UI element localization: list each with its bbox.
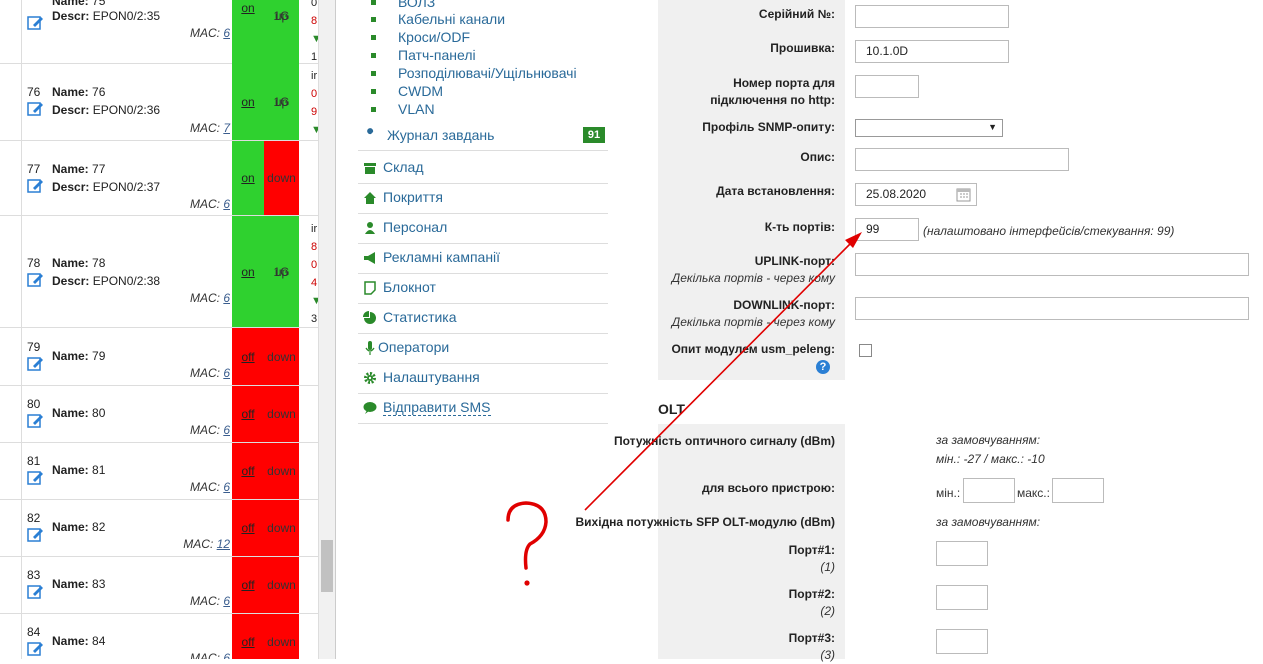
annotation-arrow	[506, 232, 862, 586]
question-mark-annotation	[506, 501, 548, 570]
